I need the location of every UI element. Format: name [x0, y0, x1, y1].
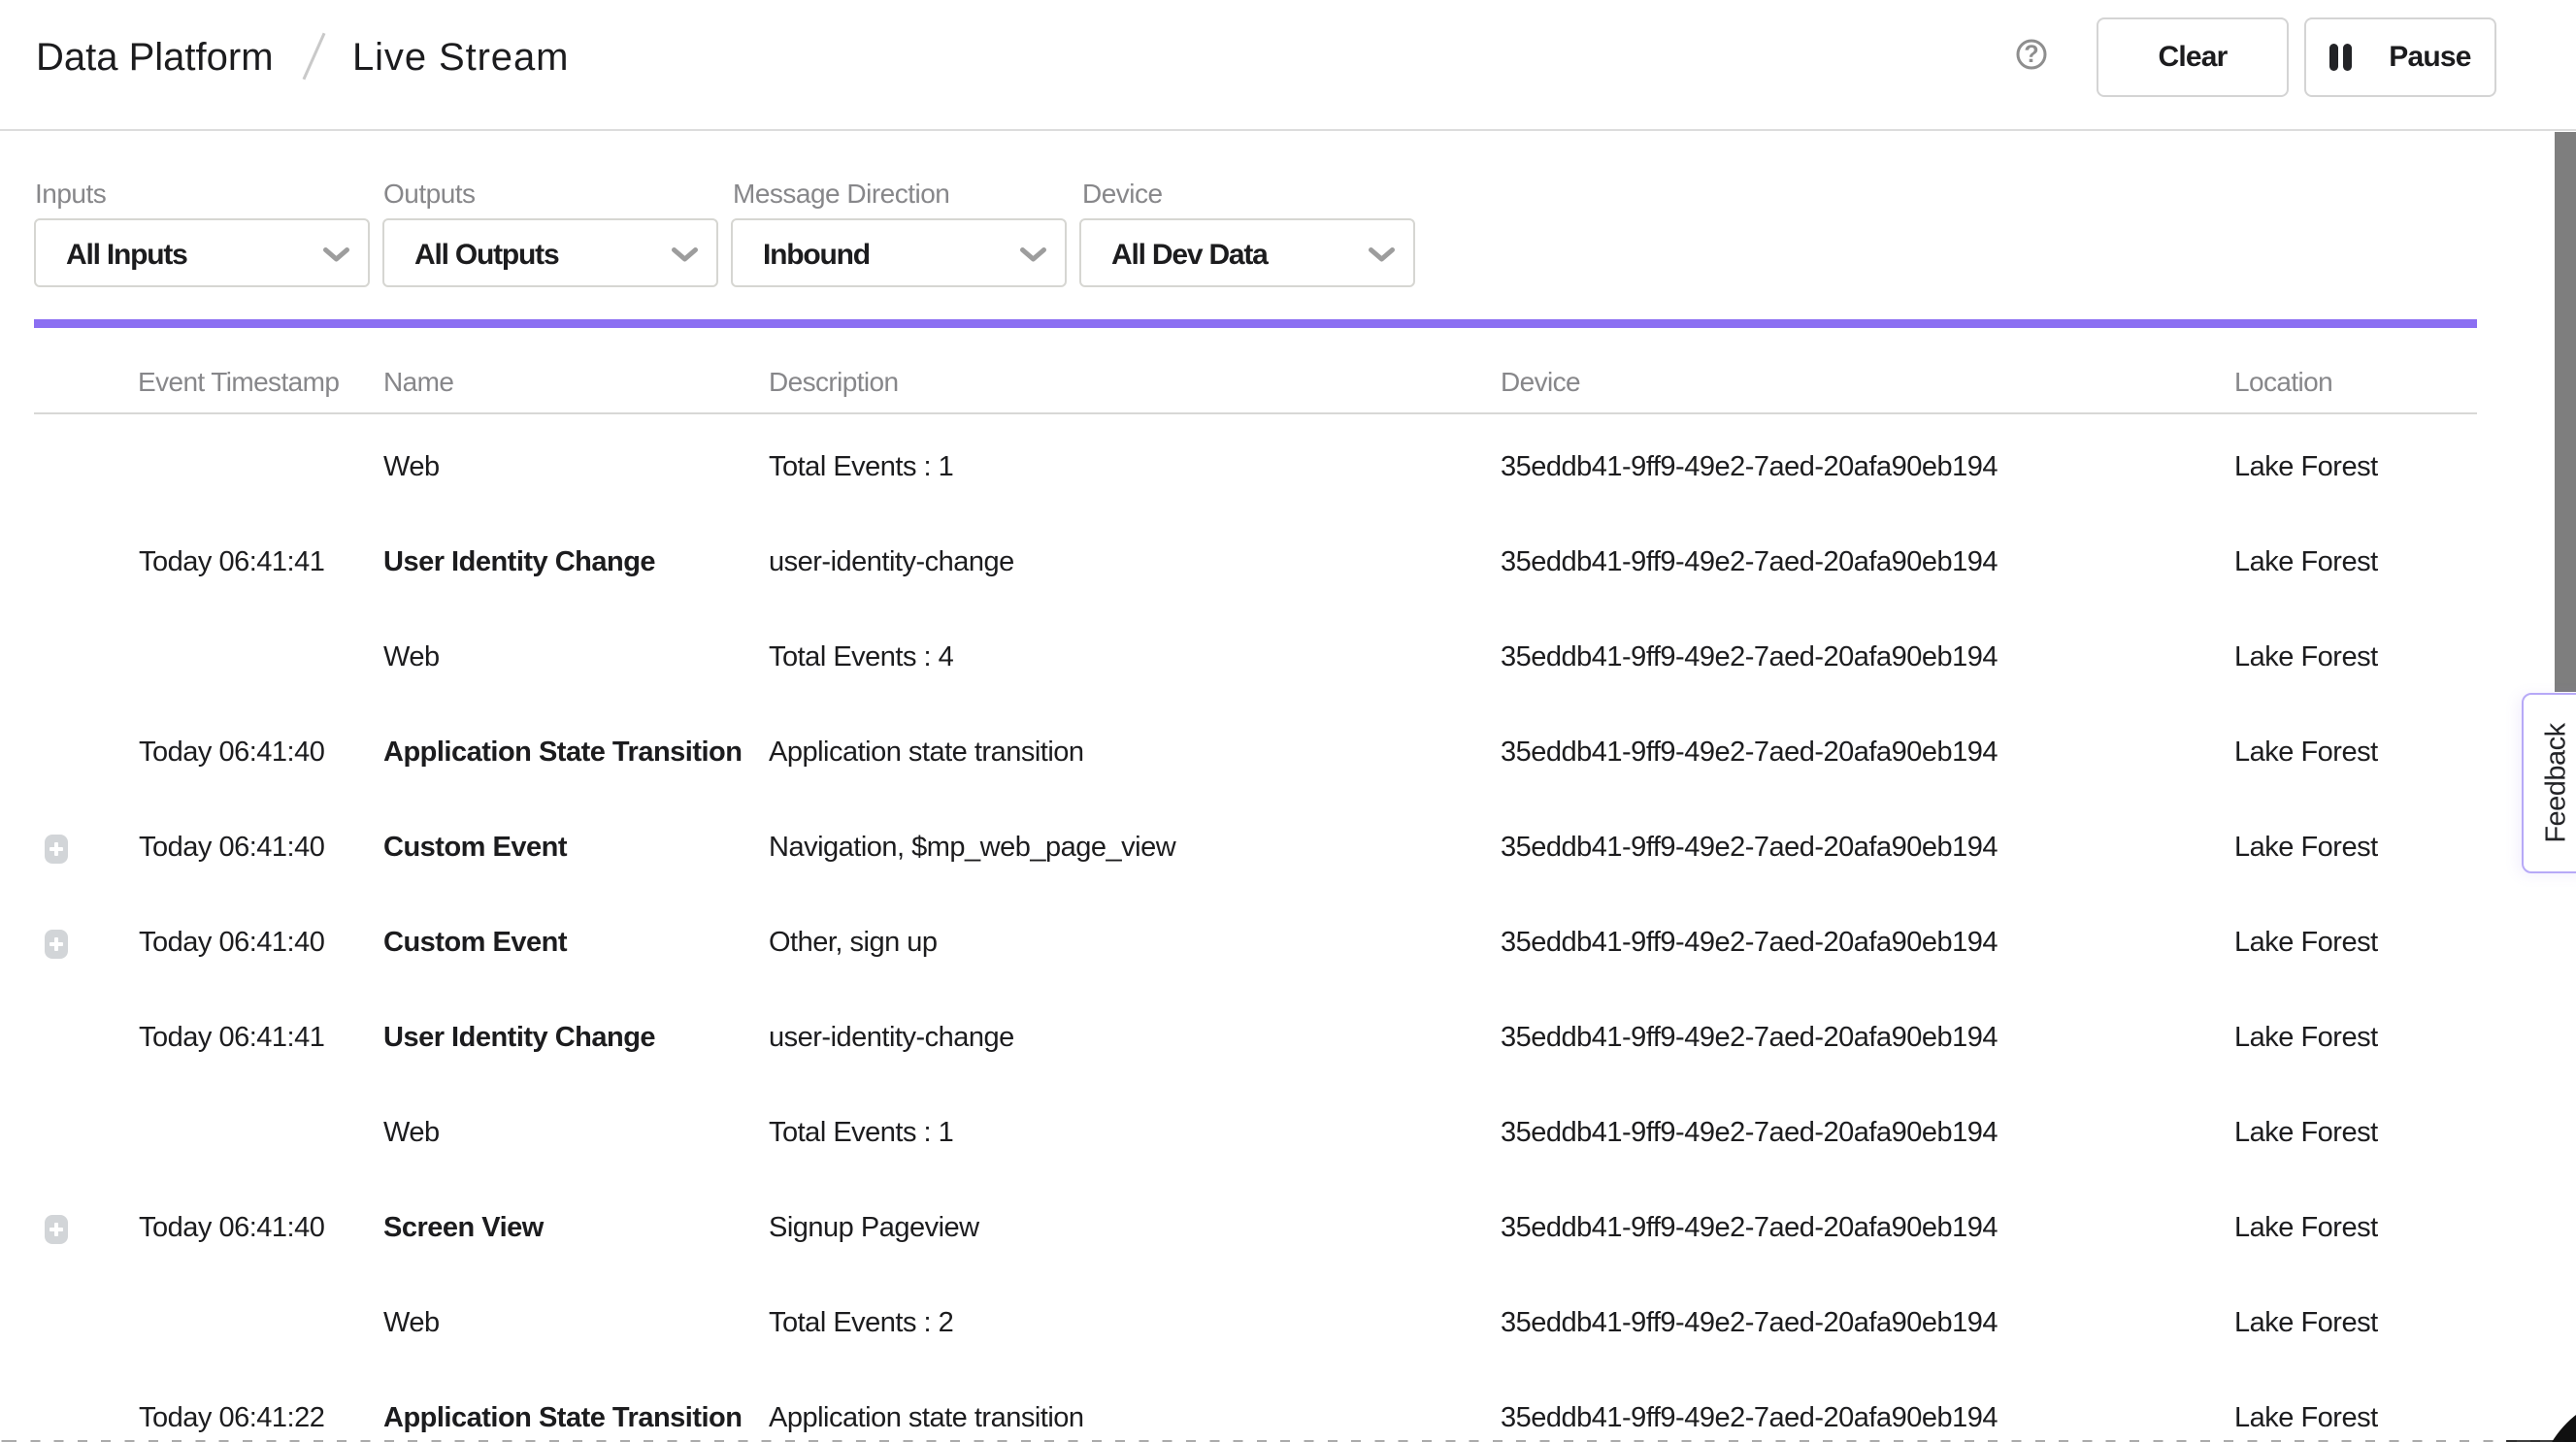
- svg-text:?: ?: [2024, 41, 2038, 68]
